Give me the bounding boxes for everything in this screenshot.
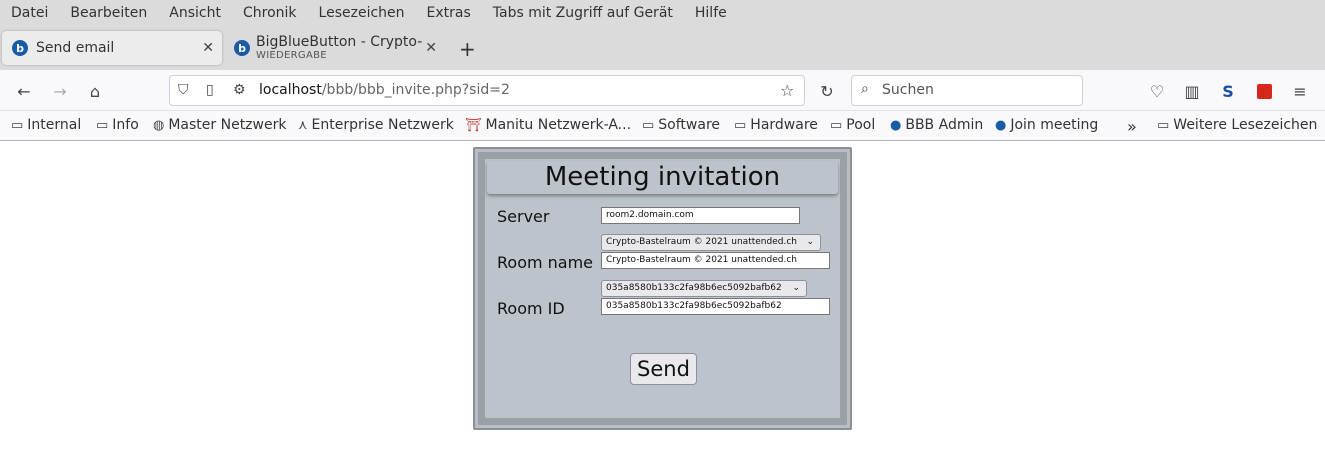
pocket-icon[interactable]: ♡ (1146, 80, 1168, 102)
invitation-panel: Meeting invitation Server room2.domain.c… (473, 147, 852, 430)
tab-send-email[interactable]: b Send email ✕ (2, 31, 222, 65)
invitation-panel-inner: Meeting invitation Server room2.domain.c… (483, 157, 842, 420)
tab-title: BigBlueButton - Crypto-B (256, 34, 422, 50)
bookmarks-bar: ▭ Internal ▭ Info ◍ Master Netzwerk ⋏ Enterp… (0, 111, 1325, 141)
forward-icon[interactable]: → (49, 80, 71, 102)
menu-hilfe[interactable]: Hilfe (684, 5, 738, 21)
bbb-icon: b (12, 40, 28, 56)
room-id-label: Room ID (497, 299, 565, 318)
bookmark-bbb-admin[interactable]: ● BBB Admin (890, 117, 983, 133)
shield-icon[interactable]: ⛉ (178, 82, 189, 98)
room-name-input[interactable]: Crypto-Bastelraum © 2021 unattended.ch (601, 252, 830, 269)
chevron-down-icon: ⌄ (792, 283, 800, 293)
room-id-input[interactable]: 035a8580b133c2fa98b6ec5092bafb62 (601, 298, 830, 315)
tab-bigbluebutton[interactable]: b BigBlueButton - Crypto-B WIEDERGABE ✕ (230, 31, 445, 65)
bookmark-software[interactable]: ▭ Software (642, 117, 720, 133)
menu-tabs-geraet[interactable]: Tabs mit Zugriff auf Gerät (482, 5, 684, 21)
search-placeholder: Suchen (882, 82, 934, 98)
room-id-select-value: 035a8580b133c2fa98b6ec5092bafb62 (606, 283, 782, 293)
bookmark-internal[interactable]: ▭ Internal (11, 117, 81, 133)
youtube-extension-icon[interactable] (1253, 80, 1275, 102)
folder-icon: ▭ (1157, 117, 1170, 133)
page-content: Meeting invitation Server room2.domain.c… (0, 141, 1325, 453)
bookmark-join-meeting[interactable]: ● Join meeting (995, 117, 1098, 133)
page-title: Meeting invitation (487, 161, 838, 194)
menu-bar: Datei Bearbeiten Ansicht Chronik Lesezei… (0, 0, 1325, 26)
menu-extras[interactable]: Extras (416, 5, 482, 21)
globe-icon: ◍ (153, 117, 165, 133)
tab-playing-label: WIEDERGABE (256, 50, 327, 61)
url-text[interactable]: localhost/bbb/bbb_invite.php?sid=2 (259, 82, 510, 98)
bbb-icon: b (234, 40, 250, 56)
search-input[interactable]: ⌕ Suchen (851, 75, 1083, 106)
bookmark-pool[interactable]: ▭ Pool (830, 117, 875, 133)
room-name-select-value: Crypto-Bastelraum © 2021 unattended.ch (606, 237, 797, 247)
menu-ansicht[interactable]: Ansicht (158, 5, 232, 21)
send-button[interactable]: Send (630, 353, 697, 385)
bookmark-manitu[interactable]: ⛩ Manitu Netzwerk-A... (465, 117, 631, 133)
server-input[interactable]: room2.domain.com (601, 207, 800, 224)
home-icon[interactable]: ⌂ (84, 80, 106, 102)
new-tab-button[interactable]: + (459, 37, 476, 61)
network-icon: ⋏ (298, 117, 308, 133)
room-name-label: Room name (497, 253, 594, 272)
room-id-select[interactable]: 035a8580b133c2fa98b6ec5092bafb62 ⌄ (601, 280, 807, 297)
close-icon[interactable]: ✕ (202, 40, 214, 56)
nav-bar: ← → ⌂ ⛉ ▯ ⚙ localhost/bbb/bbb_invite.php… (0, 70, 1325, 111)
reload-icon[interactable]: ↻ (816, 80, 838, 102)
close-icon[interactable]: ✕ (425, 40, 437, 56)
bookmark-hardware[interactable]: ▭ Hardware (734, 117, 818, 133)
extension-s-icon[interactable]: S (1217, 80, 1239, 102)
url-bar[interactable]: ⛉ ▯ ⚙ localhost/bbb/bbb_invite.php?sid=2… (169, 75, 805, 106)
page-icon[interactable]: ▯ (206, 82, 214, 98)
folder-icon: ▭ (96, 117, 109, 133)
folder-icon: ▭ (734, 117, 747, 133)
menu-bearbeiten[interactable]: Bearbeiten (59, 5, 158, 21)
room-name-select[interactable]: Crypto-Bastelraum © 2021 unattended.ch ⌄ (601, 234, 821, 251)
bbb-icon: ● (995, 117, 1007, 133)
bookmark-enterprise-netzwerk[interactable]: ⋏ Enterprise Netzwerk (298, 117, 454, 133)
search-icon: ⌕ (861, 81, 869, 97)
tab-bar: b Send email ✕ b BigBlueButton - Crypto-… (0, 26, 1325, 70)
menu-chronik[interactable]: Chronik (232, 5, 308, 21)
bbb-icon: ● (890, 117, 902, 133)
folder-icon: ▭ (11, 117, 24, 133)
back-icon[interactable]: ← (13, 80, 35, 102)
permissions-icon[interactable]: ⚙ (233, 82, 246, 98)
server-label: Server (497, 207, 550, 226)
bookmark-info[interactable]: ▭ Info (96, 117, 139, 133)
sidebar-icon[interactable]: ▥ (1181, 80, 1203, 102)
folder-icon: ▭ (830, 117, 843, 133)
chevron-down-icon: ⌄ (806, 237, 814, 247)
menu-lesezeichen[interactable]: Lesezeichen (308, 5, 416, 21)
menu-datei[interactable]: Datei (0, 5, 59, 21)
bookmark-master-netzwerk[interactable]: ◍ Master Netzwerk (153, 117, 286, 133)
bookmark-other[interactable]: ▭ Weitere Lesezeichen (1157, 117, 1317, 133)
bookmarks-overflow-icon[interactable]: » (1127, 117, 1137, 136)
tab-title: Send email (36, 40, 115, 56)
bookmark-star-icon[interactable]: ☆ (780, 81, 794, 100)
app-menu-icon[interactable]: ≡ (1289, 80, 1311, 102)
folder-icon: ▭ (642, 117, 655, 133)
manitu-icon: ⛩ (465, 117, 482, 133)
